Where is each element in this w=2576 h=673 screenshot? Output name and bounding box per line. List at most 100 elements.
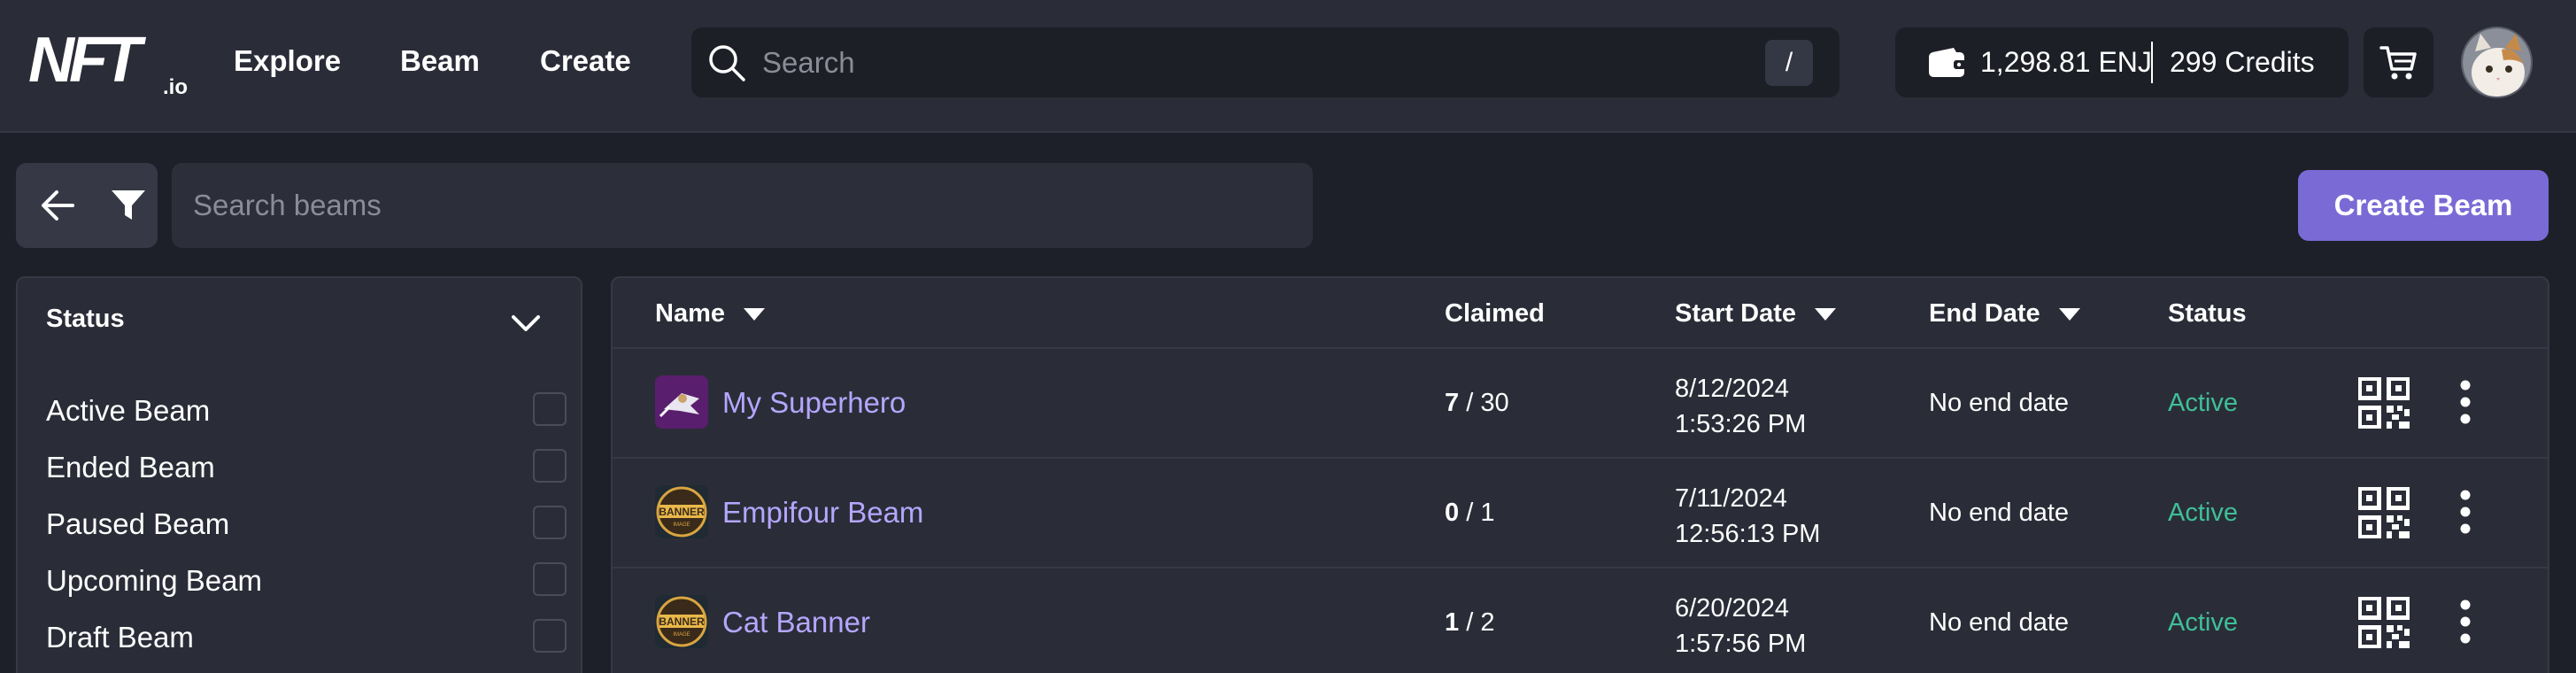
more-options-icon[interactable]	[2458, 489, 2472, 535]
filter-option-label: Paused Beam	[46, 507, 230, 540]
column-header-name[interactable]: Name	[655, 299, 766, 335]
filter-checkbox-ended[interactable]	[533, 449, 567, 483]
filter-checkbox-draft[interactable]	[533, 619, 567, 653]
column-header-label: Start Date	[1675, 299, 1796, 328]
end-date: No end date	[1929, 499, 2070, 527]
qr-code-icon[interactable]	[2358, 597, 2410, 648]
wallet-divider	[2151, 42, 2153, 83]
column-header-end-date[interactable]: End Date	[1929, 299, 2081, 335]
table-row[interactable]: My Superhero 7 / 30 8/12/2024 1:53:26 PM…	[613, 349, 2548, 459]
status-filter-title: Status	[46, 305, 125, 333]
start-date-time: 1:57:56 PM	[1675, 630, 1807, 658]
beam-name-link[interactable]: My Superhero	[722, 349, 906, 457]
start-date-day: 6/20/2024	[1675, 594, 1790, 623]
status-label: Active	[2168, 389, 2238, 417]
global-search-input[interactable]	[762, 27, 1736, 97]
beams-table: Name Claimed Start Date End Date Status …	[611, 276, 2549, 673]
svg-text:IMAGE: IMAGE	[673, 522, 690, 528]
beam-thumbnail	[655, 375, 708, 429]
start-date: 8/12/2024 1:53:26 PM	[1675, 371, 1806, 442]
cart-icon	[2379, 46, 2417, 80]
search-shortcut-key: /	[1765, 40, 1813, 86]
nav-explore[interactable]: Explore	[234, 44, 341, 78]
filter-option-paused[interactable]: Paused Beam	[46, 500, 568, 548]
start-date-day: 8/12/2024	[1675, 375, 1790, 403]
credits-balance: 299 Credits	[2170, 46, 2315, 78]
beam-name-link[interactable]: Empifour Beam	[722, 459, 923, 567]
start-date: 6/20/2024 1:57:56 PM	[1675, 591, 1806, 661]
filter-option-label: Ended Beam	[46, 451, 215, 483]
svg-text:.io: .io	[163, 75, 188, 97]
claimed-value: 0	[1445, 499, 1460, 527]
start-date-time: 1:53:26 PM	[1675, 410, 1807, 438]
arrow-left-icon[interactable]	[39, 188, 76, 223]
sort-caret-icon	[744, 308, 765, 321]
banner-thumb-icon: BANNER IMAGE	[655, 485, 708, 538]
table-row[interactable]: BANNER IMAGE Empifour Beam 0 / 1 7/11/20…	[613, 459, 2548, 569]
beam-search-input[interactable]	[193, 163, 1291, 248]
filter-checkbox-active[interactable]	[533, 392, 567, 426]
svg-text:BANNER: BANNER	[659, 506, 705, 518]
column-header-label: Status	[2168, 299, 2247, 328]
column-header-status: Status	[2168, 299, 2247, 335]
filter-option-ended[interactable]: Ended Beam	[46, 444, 568, 491]
column-header-label: Claimed	[1445, 299, 1545, 328]
more-options-icon[interactable]	[2458, 599, 2472, 645]
filter-option-draft[interactable]: Draft Beam	[46, 614, 568, 661]
start-date-day: 7/11/2024	[1675, 484, 1787, 513]
claimed-value: 7	[1445, 389, 1460, 417]
nav-create[interactable]: Create	[540, 44, 631, 78]
user-avatar[interactable]	[2461, 27, 2533, 98]
start-date-time: 12:56:13 PM	[1675, 520, 1821, 548]
sort-caret-icon	[2058, 308, 2080, 321]
chevron-down-icon[interactable]	[508, 308, 544, 338]
claimed-total: / 1	[1466, 499, 1495, 527]
claimed-total: / 2	[1466, 608, 1495, 637]
column-header-start-date[interactable]: Start Date	[1675, 299, 1837, 335]
filter-checkbox-upcoming[interactable]	[533, 562, 567, 596]
banner-thumb-icon: BANNER IMAGE	[655, 595, 708, 648]
filter-checkbox-paused[interactable]	[533, 506, 567, 539]
claimed-count: 0 / 1	[1445, 459, 1494, 567]
svg-text:IMAGE: IMAGE	[673, 632, 690, 638]
filter-option-label: Draft Beam	[46, 621, 194, 654]
claimed-value: 1	[1445, 608, 1460, 637]
filter-option-label: Upcoming Beam	[46, 564, 262, 597]
sort-caret-icon	[1815, 308, 1836, 321]
column-header-claimed: Claimed	[1445, 299, 1545, 335]
nav-beam[interactable]: Beam	[400, 44, 480, 78]
cart-button[interactable]	[2364, 27, 2433, 97]
claimed-total: / 30	[1466, 389, 1509, 417]
end-date: No end date	[1929, 608, 2070, 637]
beam-search-box	[172, 163, 1313, 248]
create-beam-button[interactable]: Create Beam	[2298, 170, 2549, 241]
table-row[interactable]: BANNER IMAGE Cat Banner 1 / 2 6/20/2024 …	[613, 569, 2548, 673]
qr-code-icon[interactable]	[2358, 377, 2410, 429]
filter-icon[interactable]	[110, 188, 147, 223]
status-filter-panel: Status Active Beam Ended Beam Paused Bea…	[16, 276, 582, 673]
start-date: 7/11/2024 12:56:13 PM	[1675, 481, 1820, 552]
beam-name-link[interactable]: Cat Banner	[722, 569, 870, 673]
back-filter-group	[16, 163, 158, 248]
qr-code-icon[interactable]	[2358, 487, 2410, 538]
svg-text:BANNER: BANNER	[659, 615, 705, 628]
column-header-label: Name	[655, 299, 725, 328]
search-icon	[709, 45, 745, 81]
beam-thumbnail: BANNER IMAGE	[655, 485, 708, 538]
global-search: /	[691, 27, 1839, 97]
end-date: No end date	[1929, 389, 2070, 417]
superhero-thumb-icon	[655, 375, 708, 429]
enj-balance: 1,298.81 ENJ	[1980, 46, 2152, 78]
wallet-icon	[1929, 48, 1966, 77]
claimed-count: 7 / 30	[1445, 349, 1509, 457]
top-header: NFT .io Explore Beam Create / 1,298.81 E…	[0, 0, 2576, 133]
wallet-balance[interactable]: 1,298.81 ENJ 299 Credits	[1895, 27, 2348, 97]
more-options-icon[interactable]	[2458, 379, 2472, 425]
claimed-count: 1 / 2	[1445, 569, 1494, 673]
nft-io-logo[interactable]: NFT .io	[28, 30, 197, 97]
status-label: Active	[2168, 499, 2238, 527]
cat-avatar-image	[2463, 28, 2531, 97]
filter-option-upcoming[interactable]: Upcoming Beam	[46, 557, 568, 605]
status-label: Active	[2168, 608, 2238, 637]
filter-option-active[interactable]: Active Beam	[46, 387, 568, 435]
